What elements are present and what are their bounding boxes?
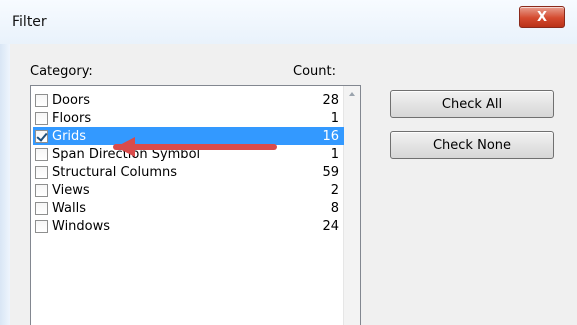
list-item[interactable]: Structural Columns 59: [33, 163, 344, 181]
check-none-button[interactable]: Check None: [390, 131, 554, 159]
category-label: Category:: [30, 64, 93, 79]
list-item[interactable]: Walls 8: [33, 199, 344, 217]
list-item-name: Views: [52, 182, 90, 198]
list-item-count: 59: [322, 164, 339, 180]
close-icon: X: [536, 9, 548, 25]
close-button[interactable]: X: [519, 6, 565, 28]
list-item-count: 24: [322, 218, 339, 234]
checkbox[interactable]: [35, 219, 48, 233]
list-item-count: 2: [330, 182, 339, 198]
checkbox[interactable]: [35, 93, 48, 107]
checkbox[interactable]: [35, 147, 48, 161]
list-item-count: 16: [322, 128, 339, 144]
list-item[interactable]: Floors 1: [33, 109, 344, 127]
list-item-count: 1: [330, 146, 339, 162]
list-item-name: Structural Columns: [52, 164, 178, 180]
list-item-name: Doors: [52, 92, 91, 108]
dialog-title: Filter: [12, 14, 47, 30]
list-item-selected[interactable]: Grids 16: [33, 127, 344, 145]
list-item[interactable]: Views 2: [33, 181, 344, 199]
list-item[interactable]: Doors 28: [33, 91, 344, 109]
list-item-name: Span Direction Symbol: [52, 146, 201, 162]
list-item-name: Grids: [52, 128, 87, 144]
vertical-scrollbar[interactable]: [343, 86, 360, 325]
category-listbox[interactable]: Doors 28 Floors 1 Grids 16 Span Directio…: [30, 85, 361, 325]
scroll-up-arrow-icon[interactable]: [344, 86, 360, 102]
checkbox[interactable]: [35, 201, 48, 215]
checkbox[interactable]: [35, 129, 48, 143]
list-item-name: Walls: [52, 200, 86, 216]
checkbox[interactable]: [35, 183, 48, 197]
dialog-content: Category: Count: Doors 28 Floors 1 Grids…: [10, 44, 577, 325]
title-bar: Filter X: [0, 0, 577, 45]
list-item-name: Windows: [52, 218, 111, 234]
list-item[interactable]: Windows 24: [33, 217, 344, 235]
list-item-count: 28: [322, 92, 339, 108]
filter-dialog: Filter X Category: Count: Doors 28 Floor…: [0, 0, 577, 325]
list-item-count: 8: [330, 200, 339, 216]
check-all-button[interactable]: Check All: [390, 90, 554, 118]
list-item-name: Floors: [52, 110, 92, 126]
checkbox[interactable]: [35, 165, 48, 179]
list-item-count: 1: [330, 110, 339, 126]
list-item[interactable]: Span Direction Symbol 1: [33, 145, 344, 163]
count-label: Count:: [293, 64, 336, 79]
checkbox[interactable]: [35, 111, 48, 125]
